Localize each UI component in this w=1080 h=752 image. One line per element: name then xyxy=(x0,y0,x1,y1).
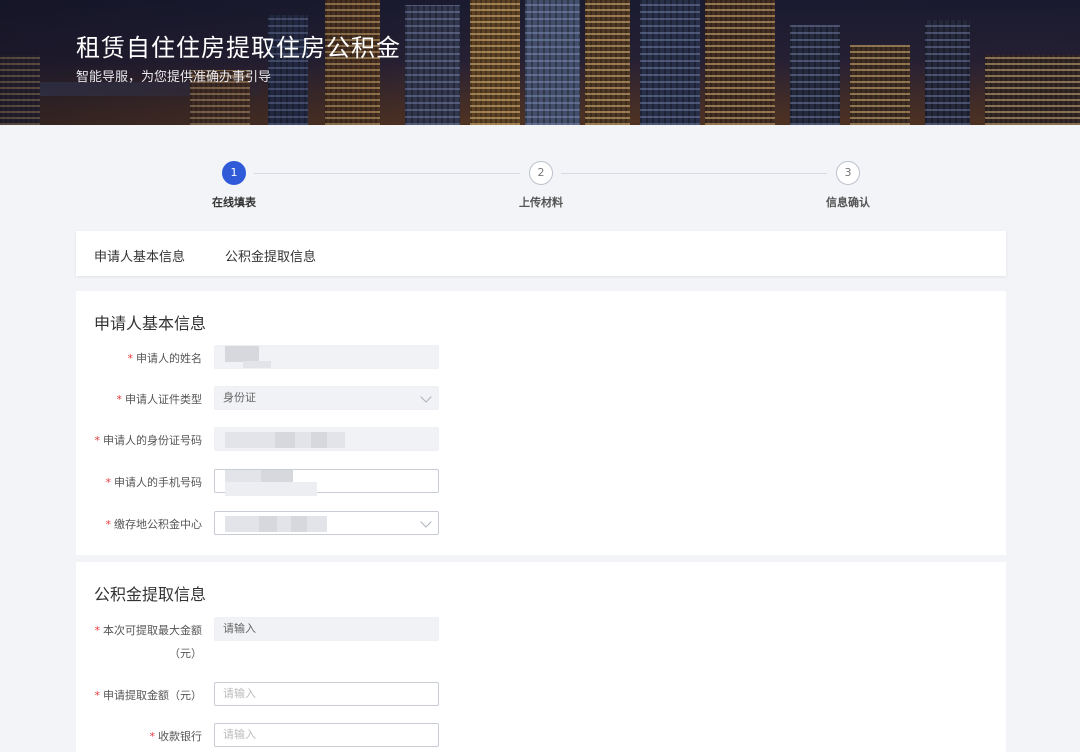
form-row-bank: * 收款银行 请输入 xyxy=(76,723,1006,747)
chevron-down-icon xyxy=(420,516,432,528)
form-row-max-amount: * 本次可提取最大金额 （元） 请输入 xyxy=(76,617,1006,661)
field-label: 申请人的手机号码 xyxy=(114,476,202,489)
form-row-fund-center: * 缴存地公积金中心 xyxy=(76,511,1006,535)
step-2-label: 上传材料 xyxy=(519,196,563,209)
field-label: 申请人证件类型 xyxy=(125,393,202,406)
max-amount-field: 请输入 xyxy=(214,617,439,641)
id-number-field xyxy=(214,427,439,451)
tab-withdraw-info[interactable]: 公积金提取信息 xyxy=(225,246,316,265)
bank-placeholder: 请输入 xyxy=(223,728,256,741)
max-amount-placeholder: 请输入 xyxy=(223,622,256,635)
id-type-select: 身份证 xyxy=(214,386,439,410)
section-title: 公积金提取信息 xyxy=(94,585,207,604)
required-mark: * xyxy=(127,352,134,365)
progress-steps: 1 在线填表 2 上传材料 3 信息确认 xyxy=(0,158,1080,218)
field-label: 收款银行 xyxy=(158,730,202,743)
apply-amount-placeholder: 请输入 xyxy=(223,687,256,700)
page-subtitle: 智能导服，为您提供准确办事引导 xyxy=(76,70,272,85)
withdraw-info-section: 公积金提取信息 * 本次可提取最大金额 （元） 请输入 * 申请提取金额（元） 请输… xyxy=(76,562,1006,752)
step-3-circle: 3 xyxy=(836,161,860,185)
step-3-label: 信息确认 xyxy=(826,196,870,209)
applicant-name-field xyxy=(214,345,439,369)
id-type-value: 身份证 xyxy=(223,391,256,404)
field-label: 缴存地公积金中心 xyxy=(114,518,202,531)
form-row-id-number: * 申请人的身份证号码 xyxy=(76,427,1006,451)
form-row-name: * 申请人的姓名 xyxy=(76,345,1006,369)
form-row-apply-amount: * 申请提取金额（元） 请输入 xyxy=(76,682,1006,706)
page-title: 租赁自住住房提取住房公积金 xyxy=(76,34,401,62)
apply-amount-input[interactable]: 请输入 xyxy=(214,682,439,706)
bank-input[interactable]: 请输入 xyxy=(214,723,439,747)
form-row-id-type: * 申请人证件类型 身份证 xyxy=(76,386,1006,410)
form-row-phone: * 申请人的手机号码 xyxy=(76,469,1006,496)
field-label: 申请提取金额（元） xyxy=(103,689,202,702)
field-label: 本次可提取最大金额 xyxy=(103,624,202,637)
chevron-down-icon xyxy=(420,391,432,403)
section-title: 申请人基本信息 xyxy=(94,314,207,333)
fund-center-select[interactable] xyxy=(214,511,439,535)
banner: 租赁自住住房提取住房公积金 智能导服，为您提供准确办事引导 xyxy=(0,0,1080,125)
tab-applicant-info[interactable]: 申请人基本信息 xyxy=(94,246,185,265)
applicant-info-section: 申请人基本信息 * 申请人的姓名 * 申请人证件类型 身份证 * 申请人的身份证号码 xyxy=(76,291,1006,555)
field-label: 申请人的身份证号码 xyxy=(103,434,202,447)
step-1-circle: 1 xyxy=(222,161,246,185)
step-1-label: 在线填表 xyxy=(212,196,256,209)
field-label: 申请人的姓名 xyxy=(136,352,202,365)
phone-input[interactable] xyxy=(214,469,439,496)
section-tabs: 申请人基本信息 公积金提取信息 xyxy=(76,231,1006,276)
step-2-circle: 2 xyxy=(529,161,553,185)
field-label-unit: （元） xyxy=(169,647,202,660)
